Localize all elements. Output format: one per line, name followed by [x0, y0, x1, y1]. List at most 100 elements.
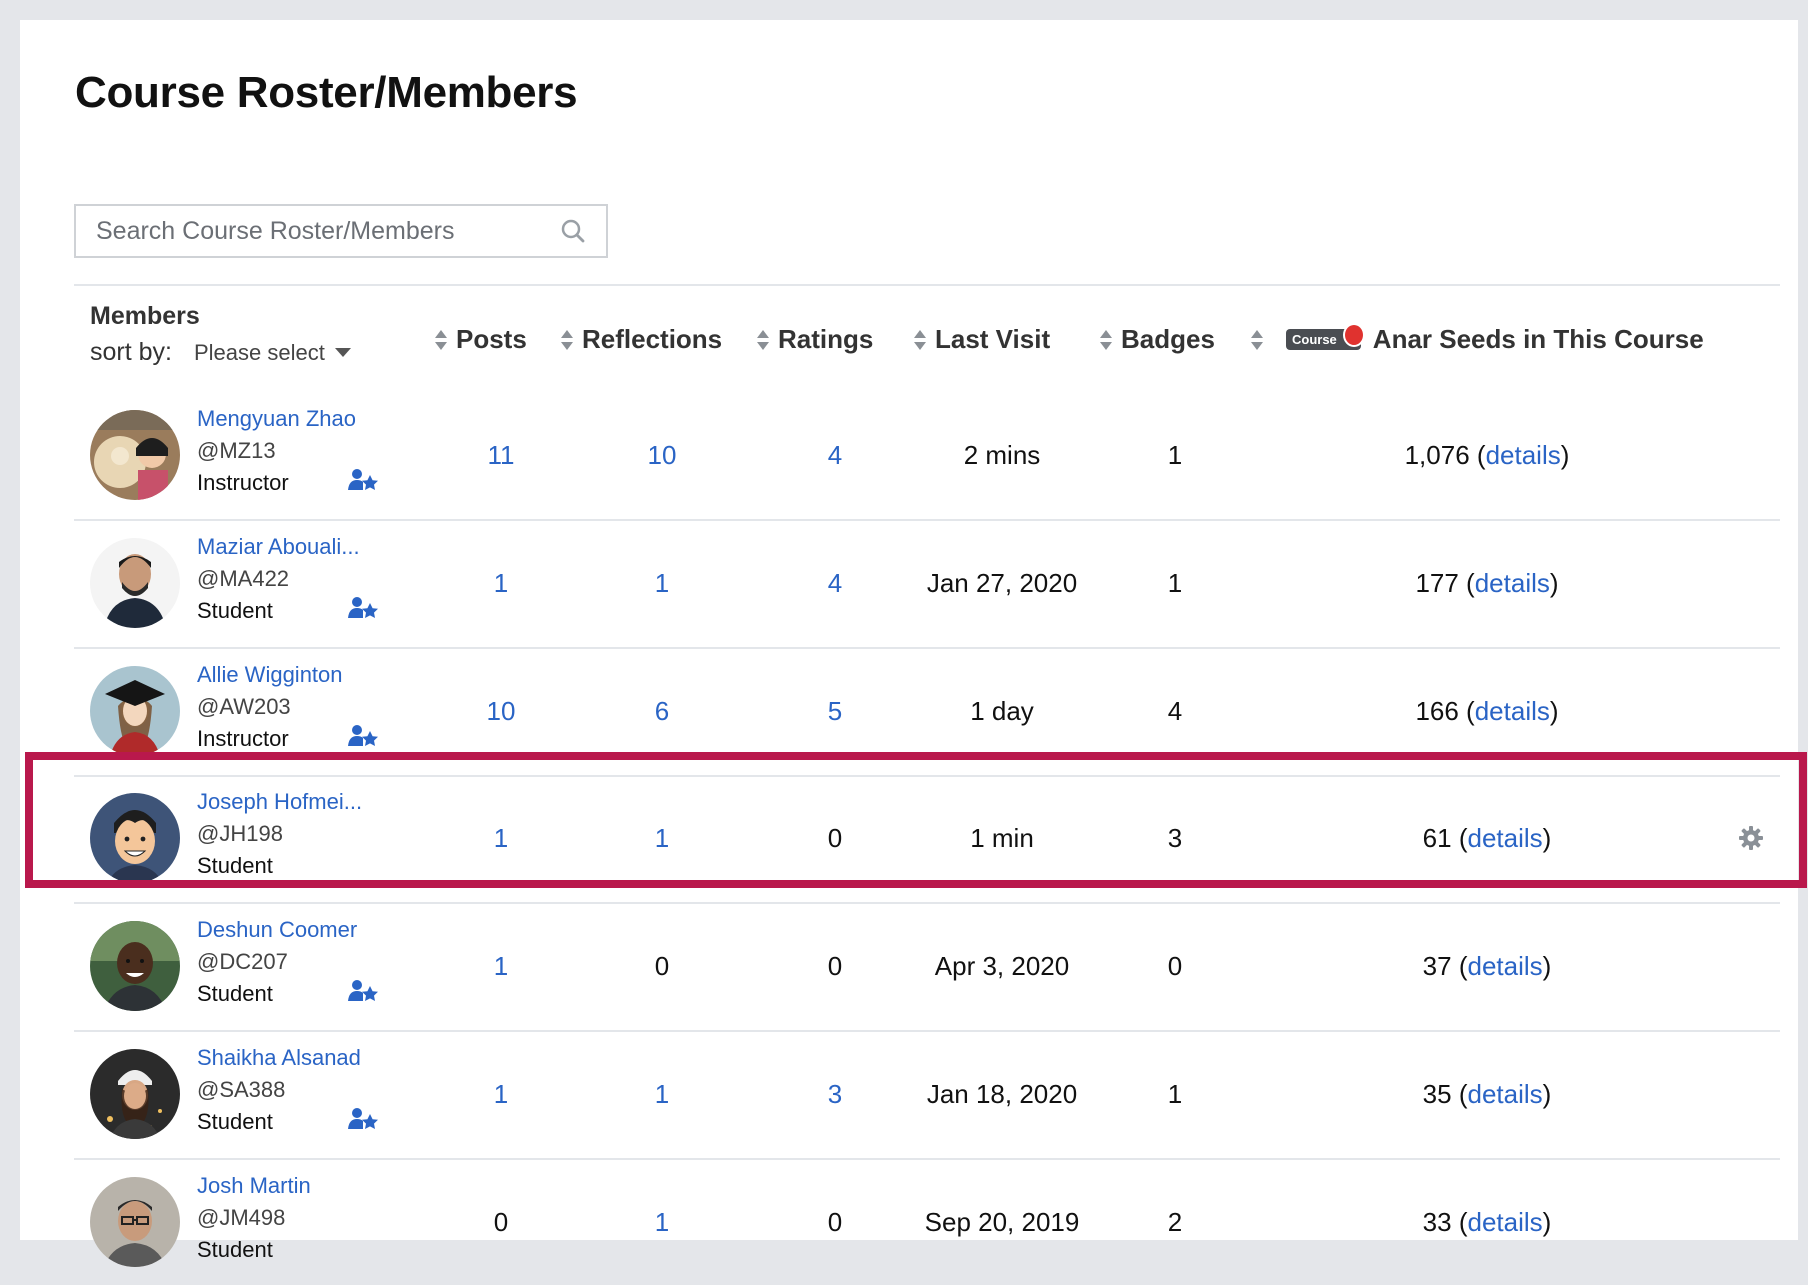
sort-by-select-value: Please select — [193, 339, 325, 365]
column-header-badges[interactable]: Badges — [1099, 324, 1215, 355]
user-star-icon[interactable] — [348, 722, 378, 748]
avatar[interactable] — [90, 410, 180, 500]
details-link[interactable]: details — [1467, 1207, 1542, 1238]
user-star-icon[interactable] — [348, 977, 378, 1003]
avatar[interactable] — [90, 793, 180, 883]
seeds-cell: 1,076 (details) — [1404, 439, 1570, 471]
member-name-link[interactable]: Mengyuan Zhao — [197, 406, 356, 432]
seeds-count: 37 — [1422, 950, 1452, 981]
search-icon[interactable] — [560, 218, 586, 244]
last-visit: 2 mins — [963, 439, 1041, 470]
seeds-count: 61 — [1422, 822, 1452, 853]
seeds-count: 166 — [1415, 695, 1459, 726]
last-visit: Apr 3, 2020 — [934, 950, 1070, 981]
reflections-count[interactable]: 1 — [602, 1159, 722, 1285]
member-handle: @AW203 — [197, 694, 291, 719]
seeds-count: 1,076 — [1404, 439, 1470, 470]
posts-count[interactable]: 1 — [441, 903, 561, 1029]
member-row: Maziar Abouali... @MA422 Student 1 1 4 Jan 27,… — [20, 520, 1798, 646]
seeds-cell: 33 (details) — [1422, 1206, 1552, 1238]
column-header-badges-label: Badges — [1121, 324, 1215, 354]
posts-count[interactable]: 1 — [441, 1031, 561, 1157]
member-row: Deshun Coomer @DC207 Student 1 0 0 Apr 3, 2020… — [20, 903, 1798, 1029]
gear-icon[interactable] — [1738, 825, 1764, 851]
member-name-link[interactable]: Josh Martin — [197, 1173, 311, 1199]
avatar[interactable] — [90, 666, 180, 756]
avatar[interactable] — [90, 921, 180, 1011]
search-input[interactable] — [96, 216, 560, 246]
ratings-count[interactable]: 3 — [775, 1031, 895, 1157]
search-box[interactable] — [74, 204, 608, 258]
posts-count[interactable]: 1 — [441, 520, 561, 646]
chevron-down-icon — [334, 348, 351, 357]
details-link[interactable]: details — [1475, 696, 1550, 727]
posts-count[interactable]: 1 — [441, 775, 561, 901]
last-visit: Jan 18, 2020 — [926, 1078, 1078, 1109]
badges-count: 1 — [1167, 1078, 1183, 1109]
sort-by-select[interactable]: Please select — [194, 340, 351, 366]
sort-icon — [561, 329, 573, 350]
posts-count[interactable]: 11 — [441, 392, 561, 518]
sort-icon — [757, 329, 769, 350]
column-header-reflections-label: Reflections — [582, 324, 723, 354]
member-handle: @SA388 — [197, 1077, 286, 1102]
last-visit: Sep 20, 2019 — [924, 1206, 1080, 1237]
member-handle: @JH198 — [197, 821, 283, 846]
column-header-reflections[interactable]: Reflections — [560, 324, 722, 355]
details-link[interactable]: details — [1467, 823, 1542, 854]
sort-icon — [914, 329, 926, 350]
seeds-count: 33 — [1422, 1206, 1452, 1237]
ratings-count: 0 — [827, 822, 843, 853]
member-name-link[interactable]: Joseph Hofmei... — [197, 789, 362, 815]
avatar[interactable] — [90, 538, 180, 628]
avatar[interactable] — [90, 1177, 180, 1267]
reflections-count[interactable]: 1 — [602, 775, 722, 901]
reflections-count[interactable]: 10 — [602, 392, 722, 518]
member-role: Student — [197, 1109, 273, 1134]
members-heading: Members — [90, 302, 200, 330]
column-header-seeds-label: Anar Seeds in This Course — [1372, 324, 1704, 354]
posts-count: 0 — [493, 1206, 509, 1237]
user-star-icon[interactable] — [348, 594, 378, 620]
member-handle: @DC207 — [197, 949, 288, 974]
last-visit: 1 min — [970, 822, 1034, 853]
column-header-ratings-label: Ratings — [778, 324, 874, 354]
member-name-link[interactable]: Allie Wigginton — [197, 662, 343, 688]
column-header-ratings[interactable]: Ratings — [756, 324, 873, 355]
member-role: Student — [197, 853, 273, 878]
sort-icon — [1100, 329, 1112, 350]
user-star-icon[interactable] — [348, 1105, 378, 1131]
member-name-link[interactable]: Maziar Abouali... — [197, 534, 360, 560]
details-link[interactable]: details — [1467, 1079, 1542, 1110]
member-row: Joseph Hofmei... @JH198 Student 1 1 0 1 min 3 61… — [20, 775, 1798, 901]
reflections-count[interactable]: 1 — [602, 1031, 722, 1157]
member-role: Student — [197, 1237, 273, 1262]
roster-card: Course Roster/Members Members sort by: P… — [20, 20, 1798, 1267]
details-link[interactable]: details — [1475, 568, 1550, 599]
avatar[interactable] — [90, 1049, 180, 1139]
sort-icon — [435, 329, 447, 350]
member-role: Instructor — [197, 470, 289, 495]
seeds-cell: 166 (details) — [1415, 695, 1559, 727]
column-header-seeds[interactable]: Course Anar Seeds in This Course — [1250, 323, 1704, 355]
column-header-last-visit[interactable]: Last Visit — [913, 324, 1050, 355]
user-star-icon[interactable] — [348, 466, 378, 492]
reflections-count[interactable]: 6 — [602, 648, 722, 774]
badges-count: 4 — [1167, 695, 1183, 726]
member-name-link[interactable]: Deshun Coomer — [197, 917, 357, 943]
ratings-count[interactable]: 4 — [775, 392, 895, 518]
ratings-count[interactable]: 5 — [775, 648, 895, 774]
seeds-cell: 37 (details) — [1422, 950, 1552, 982]
member-handle: @MZ13 — [197, 438, 276, 463]
details-link[interactable]: details — [1486, 440, 1561, 471]
column-header-posts-label: Posts — [456, 324, 527, 354]
column-header-posts[interactable]: Posts — [434, 324, 527, 355]
posts-count[interactable]: 10 — [441, 648, 561, 774]
reflections-count: 0 — [654, 950, 670, 981]
ratings-count[interactable]: 4 — [775, 520, 895, 646]
table-header: Members sort by: Please select Posts Ref… — [20, 284, 1798, 392]
details-link[interactable]: details — [1467, 951, 1542, 982]
seeds-cell: 35 (details) — [1422, 1078, 1552, 1110]
member-name-link[interactable]: Shaikha Alsanad — [197, 1045, 361, 1071]
reflections-count[interactable]: 1 — [602, 520, 722, 646]
